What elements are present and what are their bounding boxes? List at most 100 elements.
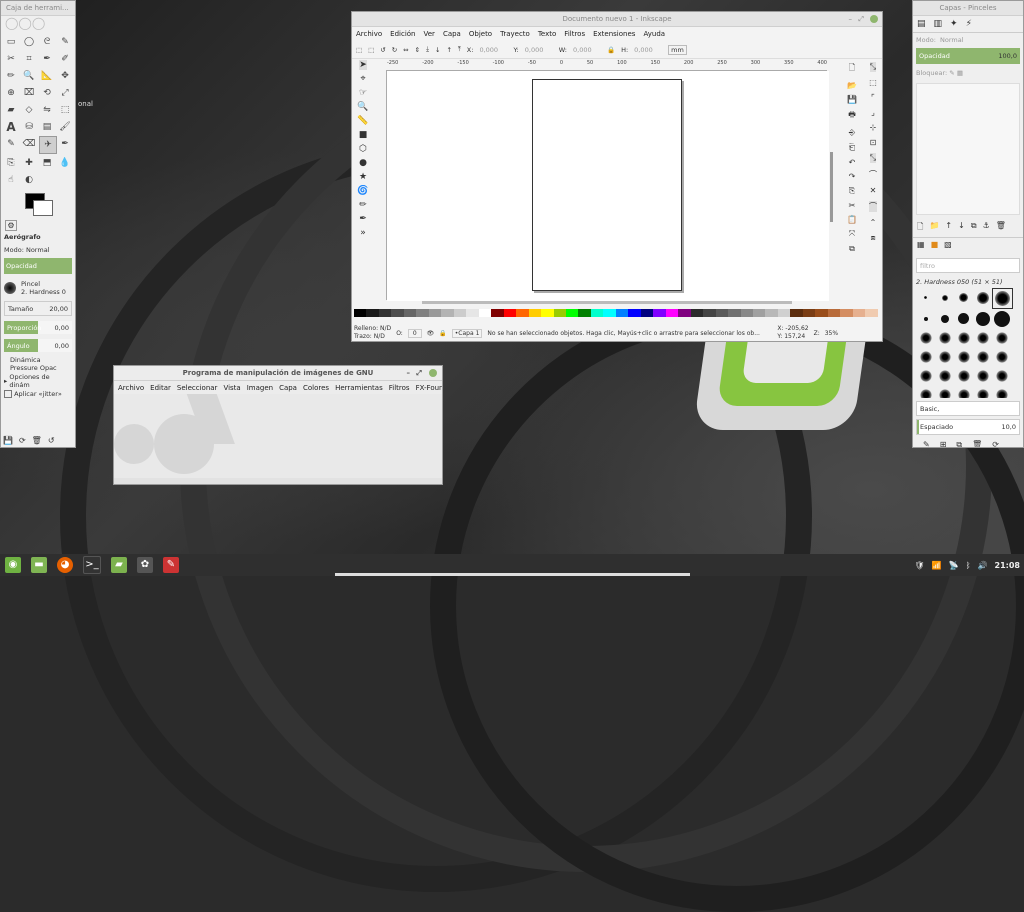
refresh-brushes-icon[interactable]: ⟳ (992, 440, 999, 447)
pencil-tool-icon[interactable]: ✏ (359, 200, 367, 210)
paths-icon[interactable]: ✒ (39, 51, 55, 67)
opacity-o-field[interactable]: 0 (407, 328, 422, 338)
snap-corners-icon[interactable]: ⌟ (871, 108, 875, 117)
inkscape-menu-extensiones[interactable]: Extensiones (593, 30, 635, 38)
zoom-icon[interactable]: 🔍 (21, 68, 37, 84)
gimp-empty-canvas[interactable] (114, 394, 442, 478)
brush-preset[interactable] (935, 309, 954, 328)
mint-menu-icon[interactable]: ◉ (5, 557, 21, 573)
brush-preset[interactable] (973, 347, 992, 366)
delete-icon[interactable]: 🗑 (32, 436, 42, 445)
gimp_main-menu-herramientas[interactable]: Herramientas (335, 384, 383, 392)
snap-cusp-icon[interactable]: ⌃ (870, 218, 877, 227)
palette-swatch[interactable] (565, 309, 579, 317)
open-icon[interactable]: 📂 (847, 81, 857, 90)
palette-swatch[interactable] (578, 309, 591, 317)
brush-preset[interactable] (973, 385, 992, 398)
brush-preset[interactable] (935, 366, 954, 385)
paths-tab-icon[interactable]: ✦ (950, 19, 958, 29)
background-color[interactable] (33, 200, 53, 216)
reset-icon[interactable]: ↺ (48, 436, 55, 445)
rotate-ccw-icon[interactable]: ↺ (380, 46, 385, 54)
lower-icon[interactable]: ↓ (435, 46, 440, 54)
fill-stroke-indicator[interactable]: Relleno: N/D Trazo: N/D (354, 325, 391, 341)
layer-select[interactable]: •Capa 1 (451, 328, 483, 338)
eye-icon[interactable]: 👁 (427, 330, 435, 337)
brush-preset[interactable] (992, 366, 1011, 385)
palette-swatch[interactable] (827, 309, 841, 317)
ink-icon[interactable]: ✒ (57, 136, 73, 152)
delete-layer-icon[interactable]: 🗑 (996, 221, 1006, 235)
palette-swatch[interactable] (840, 309, 853, 317)
color-picker-icon[interactable]: ✐ (57, 51, 73, 67)
lasso-icon[interactable]: ᘓ (39, 34, 55, 50)
palette-swatch[interactable] (416, 309, 429, 317)
maximize-icon[interactable]: ⤢ (858, 15, 864, 24)
gimp_main-menu-capa[interactable]: Capa (279, 384, 297, 392)
smudge-icon[interactable]: ☝ (3, 172, 19, 188)
palette-swatch[interactable] (740, 309, 753, 317)
brush-icon[interactable]: ✎ (3, 136, 19, 152)
palette-swatch[interactable] (541, 309, 554, 317)
inkscape-menu-trayecto[interactable]: Trayecto (500, 30, 530, 38)
crop-icon[interactable]: ⌧ (21, 85, 37, 101)
blur-icon[interactable]: 💧 (57, 155, 73, 171)
palette-swatch[interactable] (653, 309, 666, 317)
color-swatches[interactable] (23, 191, 75, 219)
rect-select-icon[interactable]: ▭ (3, 34, 19, 50)
color-palette[interactable] (354, 309, 878, 317)
palette-swatch[interactable] (378, 309, 392, 317)
snap-edges-icon[interactable]: ⌜ (871, 93, 875, 102)
gimp-maximize-icon[interactable]: ⤢ (416, 369, 422, 378)
layers-tab-icon[interactable]: ▤ (917, 19, 926, 29)
brush-preset[interactable] (954, 328, 973, 347)
palette-swatch[interactable] (528, 309, 542, 317)
foreground-select-icon[interactable]: ⌗ (21, 51, 37, 67)
brush-preset[interactable] (916, 385, 935, 398)
inkscape-menu-texto[interactable]: Texto (538, 30, 556, 38)
dynamics-options-row[interactable]: ▸ Opciones de dinám (1, 373, 75, 389)
fuzzy-select-icon[interactable]: ✎ (57, 34, 73, 50)
rotate-cw-icon[interactable]: ↻ (392, 46, 397, 54)
palette-swatch[interactable] (391, 309, 404, 317)
brush-preset[interactable] (935, 288, 954, 307)
dock-titlebar[interactable]: Capas - Pinceles (913, 1, 1023, 16)
node-icon[interactable]: ⌖ (360, 74, 365, 84)
flip-icon[interactable]: ⇋ (39, 102, 55, 118)
brush-row[interactable]: Pincel 2. Hardness 0 (1, 276, 75, 300)
select-touch-icon[interactable]: ⬚ (368, 46, 374, 54)
volume-icon[interactable]: 🔊 (978, 561, 988, 570)
palette-swatch[interactable] (690, 309, 704, 317)
inkscape-canvas[interactable] (387, 71, 829, 301)
palette-swatch[interactable] (553, 309, 566, 317)
star-tool-icon[interactable]: ★ (359, 172, 367, 182)
snap-object-icon[interactable]: ⧈ (870, 233, 875, 243)
angle-slider[interactable]: Ángulo 0,00 (4, 339, 72, 352)
duplicate-icon[interactable]: ⧉ (849, 244, 855, 254)
inkscape-menu-archivo[interactable]: Archivo (356, 30, 382, 38)
opacity-slider[interactable]: Opacidad (4, 258, 72, 274)
brush-preset[interactable] (954, 366, 973, 385)
palette-swatch[interactable] (491, 309, 504, 317)
channels-tab-icon[interactable]: ▥ (934, 19, 943, 29)
lower-layer-icon[interactable]: ↓ (958, 221, 965, 235)
restore-icon[interactable]: ⟳ (19, 436, 26, 445)
brush-preset[interactable] (935, 347, 954, 366)
gimp-minimize-icon[interactable]: – (407, 369, 411, 377)
dodge-icon[interactable]: ◐ (21, 172, 37, 188)
brush-preset[interactable] (954, 385, 973, 398)
inkscape-menu-edici-n[interactable]: Edición (390, 30, 415, 38)
scissors-icon[interactable]: ✂ (3, 51, 19, 67)
snap-midpoints-icon[interactable]: ⊹ (870, 123, 877, 132)
palette-swatch[interactable] (354, 309, 367, 317)
pen-tool-icon[interactable]: ✒ (359, 214, 367, 224)
palette-swatch[interactable] (516, 309, 529, 317)
brush-preset[interactable] (973, 309, 992, 328)
inkscape-menu-ver[interactable]: Ver (424, 30, 435, 38)
cage-icon[interactable]: ⬚ (57, 102, 73, 118)
heal-icon[interactable]: ✚ (21, 155, 37, 171)
gimp_main-menu-vista[interactable]: Vista (223, 384, 240, 392)
shear-icon[interactable]: ▰ (3, 102, 19, 118)
palette-swatch[interactable] (590, 309, 604, 317)
brush-preset[interactable] (973, 288, 992, 307)
